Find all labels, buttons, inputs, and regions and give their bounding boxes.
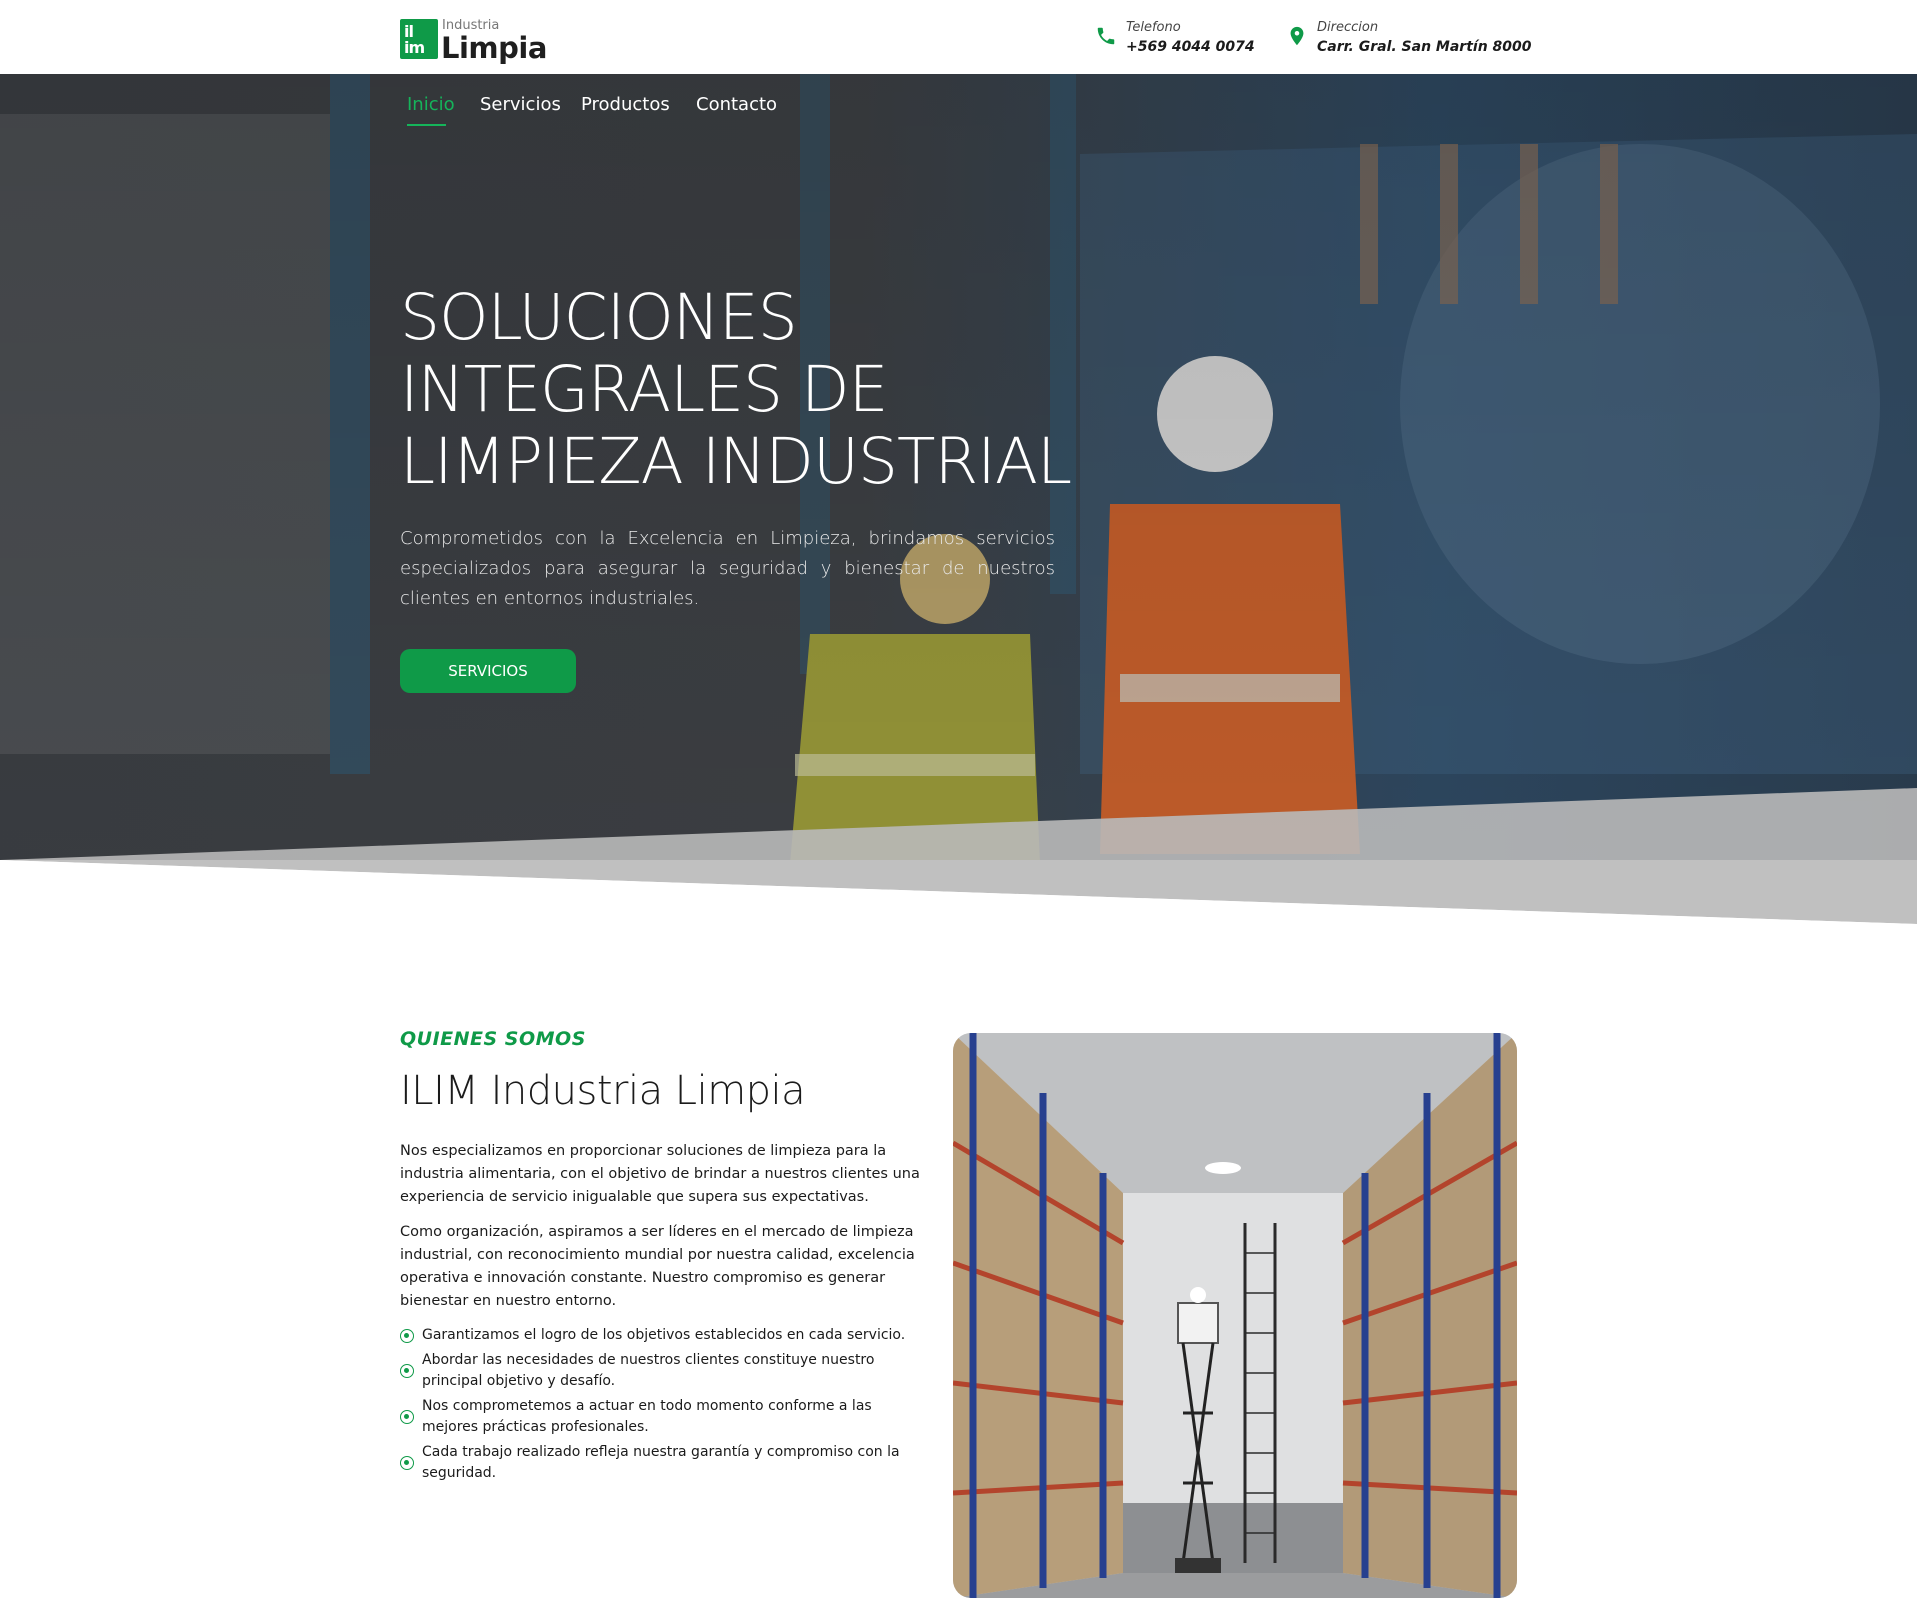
about-paragraph: Nos especializamos en proporcionar soluc… <box>400 1143 920 1205</box>
services-button[interactable]: SERVICIOS <box>400 649 576 693</box>
nav-item-contacto[interactable]: Contacto <box>696 94 777 115</box>
logo-mark-bottom: im <box>404 38 425 57</box>
list-item-text: Abordar las necesidades de nuestros clie… <box>422 1352 875 1389</box>
map-pin-icon <box>1290 26 1304 46</box>
brand-logo[interactable]: il im Industria Limpia <box>400 18 547 65</box>
check-circle-icon <box>400 1328 414 1343</box>
list-item-text: Garantizamos el logro de los objetivos e… <box>422 1327 906 1343</box>
list-item: Cada trabajo realizado refleja nuestra g… <box>400 1442 920 1484</box>
about-eyebrow: QUIENES SOMOS <box>400 1028 586 1050</box>
nav-item-servicios[interactable]: Servicios <box>480 94 561 115</box>
list-item: Garantizamos el logro de los objetivos e… <box>400 1325 920 1346</box>
list-item: Nos comprometemos a actuar en todo momen… <box>400 1396 920 1438</box>
logo-mark: il im <box>400 19 438 59</box>
nav-item-inicio[interactable]: Inicio <box>407 94 455 115</box>
hero-background-image <box>0 74 1917 934</box>
about-paragraph: Como organización, aspiramos a ser líder… <box>400 1224 915 1309</box>
warehouse-photo <box>953 1033 1517 1598</box>
check-circle-icon <box>400 1364 414 1378</box>
about-title: ILIM Industria Limpia <box>400 1068 806 1114</box>
header-address[interactable]: Direccion Carr. Gral. San Martín 8000 <box>1286 20 1532 60</box>
list-item-text: Cada trabajo realizado refleja nuestra g… <box>422 1444 900 1481</box>
check-circle-icon <box>400 1456 414 1470</box>
hero-title-line: SOLUCIONES <box>400 281 798 354</box>
phone-icon <box>1097 27 1115 45</box>
logo-wordmark: Limpia <box>441 31 547 65</box>
hero-title-line: LIMPIEZA INDUSTRIAL <box>400 425 1072 498</box>
site-header: il im Industria Limpia Telefono +569 404… <box>0 0 1917 74</box>
phone-number[interactable]: +569 4044 0074 <box>1126 39 1255 55</box>
list-item: Abordar las necesidades de nuestros clie… <box>400 1350 920 1392</box>
list-item-text: Nos comprometemos a actuar en todo momen… <box>422 1398 872 1435</box>
values-checklist: Garantizamos el logro de los objetivos e… <box>400 1325 920 1488</box>
header-phone[interactable]: Telefono +569 4044 0074 <box>1095 20 1265 60</box>
warehouse-illustration <box>953 1033 1517 1598</box>
phone-label: Telefono <box>1126 20 1181 35</box>
address-label: Direccion <box>1317 20 1379 35</box>
address-value: Carr. Gral. San Martín 8000 <box>1317 39 1532 55</box>
hero-title: SOLUCIONES INTEGRALES DE LIMPIEZA INDUST… <box>400 282 1120 498</box>
hero-title-line: INTEGRALES DE <box>400 353 888 426</box>
hero-description: Comprometidos con la Excelencia en Limpi… <box>400 528 1055 609</box>
nav-item-productos[interactable]: Productos <box>581 94 670 115</box>
check-circle-icon <box>400 1410 414 1424</box>
nav-active-indicator <box>407 124 446 126</box>
hero-section: Inicio Servicios Productos Contacto SOLU… <box>0 74 1917 934</box>
